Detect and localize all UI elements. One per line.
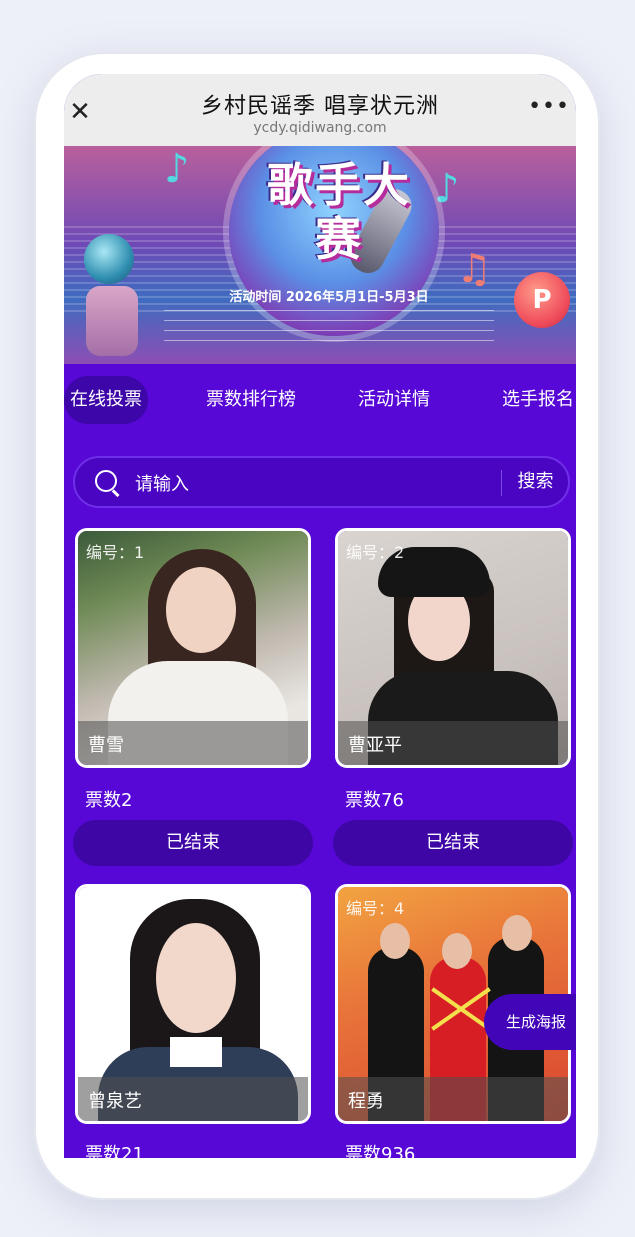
contestant-number: 编号：4 [346,899,405,918]
vote-ended-button[interactable]: 已结束 [73,820,313,866]
banner-organizers [164,310,494,347]
contestant-number: 编号：2 [346,543,405,562]
contestant-card[interactable]: 编号：2 曹亚平 [335,528,571,768]
app-screen: ✕ 乡村民谣季 唱享状元洲 ycdy.qidiwang.com ••• ♪ ♪ … [64,74,576,1158]
music-note-icon: ♪ [434,166,460,212]
vote-count: 票数76 [345,790,404,811]
banner-date: 活动时间 2026年5月1日-5月3日 [229,290,429,305]
name-bar: 曹亚平 [338,721,568,765]
banner-headline: 歌手大赛 [267,158,411,266]
vote-count: 票数21 [85,1144,144,1158]
search-button[interactable]: 搜索 [503,458,568,506]
contestant-name: 曹雪 [88,735,124,756]
treble-clef-icon: ♫ [456,246,492,292]
hand-illustration [86,286,138,356]
page-url: ycdy.qidiwang.com [253,120,387,136]
contestant-card[interactable]: 曾泉艺 [75,884,311,1124]
name-bar: 程勇 [338,1077,568,1121]
more-icon[interactable]: ••• [528,94,570,119]
tab-event-details[interactable]: 活动详情 [358,376,430,424]
wechat-top-bar: ✕ 乡村民谣季 唱享状元洲 ycdy.qidiwang.com ••• [64,74,576,146]
tab-online-vote[interactable]: 在线投票 [64,376,148,424]
name-bar: 曹雪 [78,721,308,765]
search-input[interactable] [133,468,437,500]
contestant-name: 程勇 [348,1091,384,1112]
event-banner: ♪ ♪ ♫ 歌手大赛 活动时间 2026年5月1日-5月3日 P [64,146,576,364]
contestant-card[interactable]: 编号：1 曹雪 [75,528,311,768]
contestant-name: 曹亚平 [348,735,402,756]
tab-vote-ranking[interactable]: 票数排行榜 [206,376,296,424]
vote-count: 票数2 [85,790,133,811]
search-divider [501,470,502,496]
tab-signup[interactable]: 选手报名 [502,376,574,424]
music-note-icon: ♪ [164,146,190,192]
page-title: 乡村民谣季 唱享状元洲 [201,94,439,119]
brand-logo: P [514,272,570,328]
generate-poster-button[interactable]: 生成海报 [484,994,576,1050]
vote-count: 票数936 [345,1144,416,1158]
name-bar: 曾泉艺 [78,1077,308,1121]
contestant-name: 曾泉艺 [88,1091,142,1112]
contestant-number: 编号：1 [86,543,145,562]
close-icon[interactable]: ✕ [68,99,92,125]
search-icon [95,470,117,492]
vote-ended-button[interactable]: 已结束 [333,820,573,866]
tab-bar: 在线投票 票数排行榜 活动详情 选手报名 [64,364,576,436]
search-bar: 搜索 [73,456,570,508]
microphone-icon [84,234,134,284]
